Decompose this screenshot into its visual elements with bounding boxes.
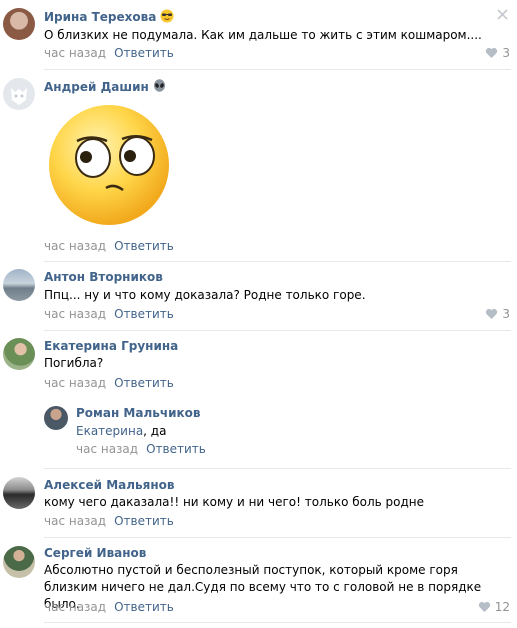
like-button[interactable]: 3	[485, 46, 510, 60]
timestamp[interactable]: час назад	[44, 514, 106, 528]
avatar[interactable]	[3, 338, 35, 370]
comment-text: Екатерина, да	[76, 424, 167, 438]
avatar[interactable]	[3, 269, 35, 301]
author-name[interactable]: Сергей Иванов	[44, 546, 146, 560]
comment-text: О близких не подумала. Как им дальше то …	[44, 28, 482, 42]
reply-button[interactable]: Ответить	[114, 514, 174, 528]
author-name[interactable]: Андрей Дашин	[44, 79, 166, 94]
reply-button[interactable]: Ответить	[114, 376, 174, 390]
comment-meta: час назад Ответить	[44, 600, 174, 614]
close-icon[interactable]	[497, 9, 508, 20]
timestamp[interactable]: час назад	[44, 307, 106, 321]
divider	[44, 468, 511, 469]
author-name[interactable]: Роман Мальчиков	[76, 406, 200, 420]
author-name[interactable]: Екатерина Грунина	[44, 339, 178, 353]
like-count: 3	[502, 46, 510, 60]
timestamp[interactable]: час назад	[44, 600, 106, 614]
avatar[interactable]	[44, 406, 68, 430]
reply-button[interactable]: Ответить	[146, 442, 206, 456]
avatar[interactable]	[3, 546, 35, 578]
author-name[interactable]: Ирина Терехова	[44, 9, 174, 24]
default-avatar-icon	[11, 88, 27, 105]
author-name[interactable]: Антон Вторников	[44, 270, 163, 284]
divider	[44, 622, 511, 623]
comment-meta: час назад Ответить	[44, 239, 174, 253]
reply-button[interactable]: Ответить	[114, 600, 174, 614]
comment-text: Ппц... ну и что кому доказала? Родне тол…	[44, 288, 366, 302]
comment-meta: час назад Ответить	[44, 514, 174, 528]
avatar[interactable]	[3, 477, 35, 509]
like-count: 3	[502, 307, 510, 321]
reply-button[interactable]: Ответить	[114, 46, 174, 60]
like-button[interactable]: 12	[478, 600, 510, 614]
like-button[interactable]: 3	[485, 307, 510, 321]
timestamp[interactable]: час назад	[44, 376, 106, 390]
comment-meta: час назад Ответить	[44, 46, 174, 60]
heart-icon	[478, 601, 490, 612]
comment-meta: час назад Ответить	[76, 442, 206, 456]
divider	[44, 261, 511, 262]
avatar[interactable]	[3, 8, 35, 40]
divider	[44, 537, 511, 538]
avatar[interactable]	[3, 78, 35, 110]
reply-button[interactable]: Ответить	[114, 239, 174, 253]
comment-meta: час назад Ответить	[44, 376, 174, 390]
reply-comment: Роман Мальчиков Екатерина, да час назад О…	[32, 398, 517, 468]
divider	[44, 330, 511, 331]
alien-emoji-icon	[153, 79, 165, 92]
reply-button[interactable]: Ответить	[114, 307, 174, 321]
like-count: 12	[494, 600, 510, 614]
comment-text: Погибла?	[44, 356, 104, 370]
comment-text: кому чего даказала!! ни кому и ни чего! …	[44, 495, 425, 509]
worried-face-sticker	[49, 105, 169, 225]
timestamp[interactable]: час назад	[44, 239, 106, 253]
author-name[interactable]: Алексей Мальянов	[44, 478, 174, 492]
heart-icon	[486, 308, 498, 319]
timestamp[interactable]: час назад	[76, 442, 138, 456]
comment-meta: час назад Ответить	[44, 307, 174, 321]
timestamp[interactable]: час назад	[44, 46, 106, 60]
divider	[44, 69, 511, 70]
mention-link[interactable]: Екатерина	[76, 424, 143, 438]
sunglasses-emoji-icon	[160, 9, 174, 23]
heart-icon	[486, 47, 498, 58]
